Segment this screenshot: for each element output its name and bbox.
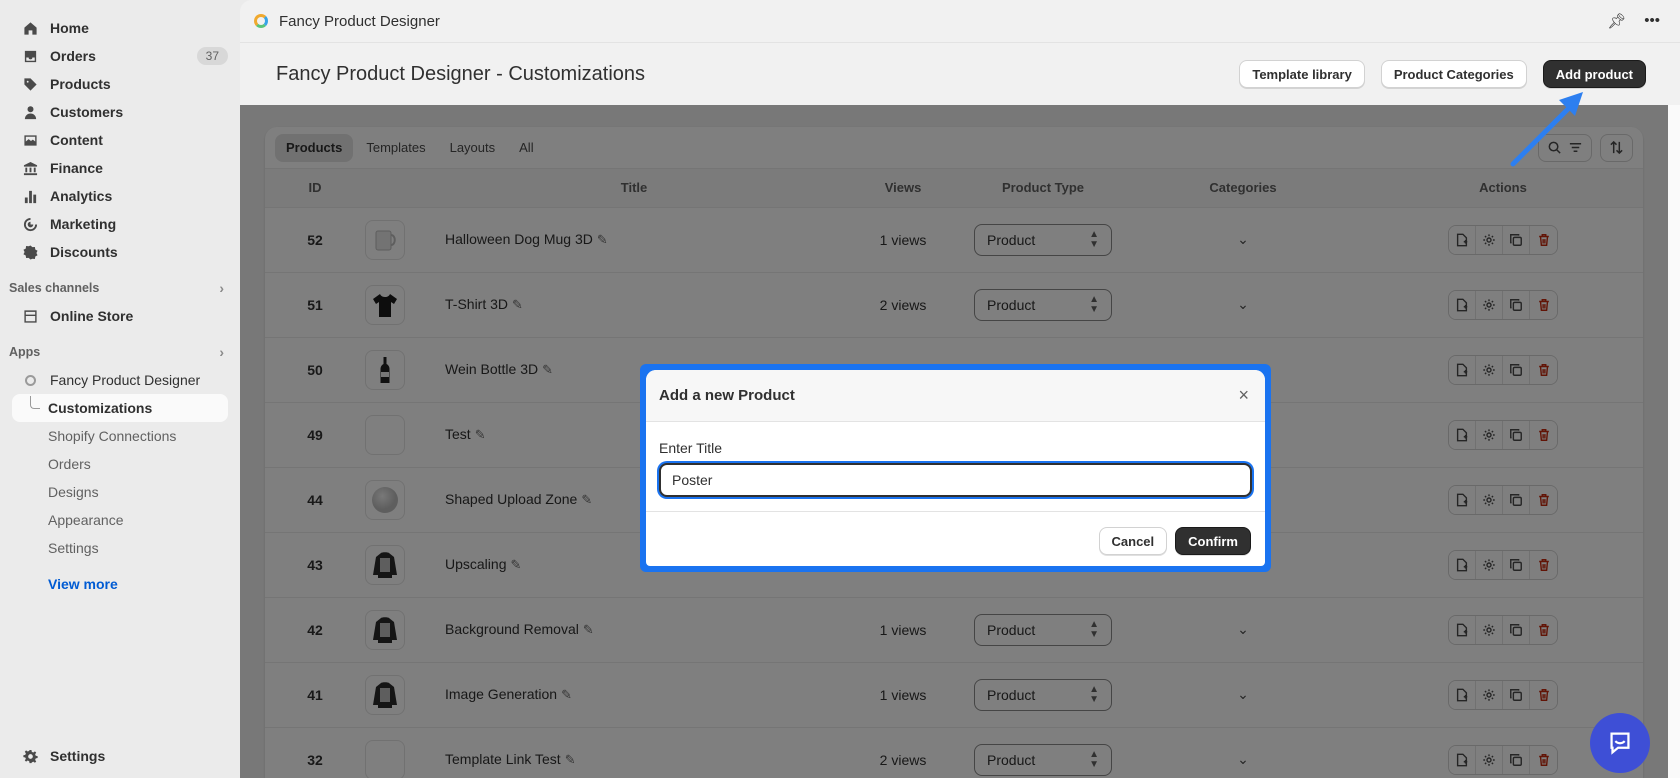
sidebar-item-label: Online Store — [50, 308, 134, 324]
app-title: Fancy Product Designer — [279, 12, 440, 30]
sidebar-item-finance[interactable]: Finance — [0, 154, 240, 182]
sidebar: Home Orders 37 Products Customers Conten… — [0, 0, 240, 778]
app-topbar: Fancy Product Designer 📌︎ ••• — [240, 0, 1680, 43]
modal-footer: Cancel Confirm — [646, 512, 1265, 566]
sidebar-item-orders[interactable]: Orders 37 — [0, 42, 240, 70]
modal-dialog: Add a new Product × Enter Title Cancel C… — [646, 370, 1265, 566]
pin-icon[interactable]: 📌︎ — [1607, 12, 1626, 30]
chart-icon — [22, 188, 38, 204]
sidebar-item-label: Analytics — [50, 188, 113, 204]
add-product-button[interactable]: Add product — [1542, 60, 1646, 88]
sidebar-item-shopify-connections[interactable]: Shopify Connections — [0, 422, 240, 450]
person-icon — [22, 104, 38, 120]
sidebar-item-home[interactable]: Home — [0, 14, 240, 42]
sidebar-item-label: Finance — [50, 160, 103, 176]
discount-icon — [22, 244, 38, 260]
store-icon — [22, 308, 38, 324]
sidebar-item-app-settings[interactable]: Settings — [0, 534, 240, 562]
apps-label: Apps — [9, 345, 41, 359]
more-options-icon[interactable]: ••• — [1644, 12, 1660, 30]
sidebar-item-app-orders[interactable]: Orders — [0, 450, 240, 478]
app-logo-icon — [254, 14, 268, 28]
orders-icon — [22, 48, 38, 64]
product-categories-button[interactable]: Product Categories — [1380, 60, 1527, 88]
sidebar-item-analytics[interactable]: Analytics — [0, 182, 240, 210]
sidebar-item-content[interactable]: Content — [0, 126, 240, 154]
close-icon[interactable]: × — [1238, 385, 1249, 406]
sidebar-item-label: Marketing — [50, 216, 117, 232]
sidebar-item-fancy-product-designer[interactable]: Fancy Product Designer — [0, 366, 240, 394]
sidebar-item-label: Customizations — [48, 400, 153, 416]
sidebar-item-label: Products — [50, 76, 111, 92]
tree-connector — [30, 396, 40, 409]
sidebar-item-label: Settings — [50, 748, 106, 764]
apps-header[interactable]: Apps › — [0, 338, 240, 366]
sidebar-footer: Settings — [0, 742, 240, 770]
sidebar-item-label: Designs — [48, 484, 99, 500]
sidebar-item-label: Shopify Connections — [48, 428, 177, 444]
sidebar-item-products[interactable]: Products — [0, 70, 240, 98]
view-more-link[interactable]: View more — [0, 570, 240, 598]
title-input[interactable] — [659, 463, 1252, 497]
page-header: Fancy Product Designer - Customizations … — [240, 43, 1680, 105]
orders-count-badge: 37 — [196, 47, 228, 65]
sidebar-item-label: Home — [50, 20, 89, 36]
annotation-arrow-icon — [1510, 92, 1583, 167]
sales-channels-header[interactable]: Sales channels › — [0, 274, 240, 302]
cancel-button[interactable]: Cancel — [1098, 527, 1168, 555]
sidebar-item-online-store[interactable]: Online Store — [0, 302, 240, 330]
sidebar-item-label: Orders — [48, 456, 91, 472]
page-title: Fancy Product Designer - Customizations — [276, 62, 646, 85]
sidebar-item-customers[interactable]: Customers — [0, 98, 240, 126]
modal-body: Enter Title — [646, 422, 1265, 512]
sidebar-item-settings[interactable]: Settings — [0, 742, 240, 770]
confirm-button[interactable]: Confirm — [1175, 527, 1251, 555]
sidebar-item-label: Content — [50, 132, 103, 148]
template-library-button[interactable]: Template library — [1239, 60, 1365, 88]
chat-icon — [1610, 732, 1630, 755]
sidebar-item-label: Fancy Product Designer — [50, 372, 201, 388]
add-product-modal: Add a new Product × Enter Title Cancel C… — [640, 364, 1271, 572]
sidebar-item-label: Discounts — [50, 244, 118, 260]
chat-support-button[interactable] — [1590, 713, 1650, 773]
tag-icon — [22, 76, 38, 92]
scrollbar[interactable] — [1668, 105, 1680, 778]
modal-title: Add a new Product — [659, 387, 795, 404]
sidebar-item-designs[interactable]: Designs — [0, 478, 240, 506]
chevron-right-icon: › — [219, 280, 224, 296]
home-icon — [22, 20, 38, 36]
sidebar-item-discounts[interactable]: Discounts — [0, 238, 240, 266]
chevron-right-icon: › — [219, 344, 224, 360]
gear-icon — [22, 748, 38, 764]
sidebar-item-label: Settings — [48, 540, 99, 556]
target-icon — [22, 216, 38, 232]
title-field-label: Enter Title — [659, 440, 723, 456]
sidebar-item-appearance[interactable]: Appearance — [0, 506, 240, 534]
sidebar-item-label: Appearance — [48, 512, 124, 528]
sidebar-item-label: Customers — [50, 104, 124, 120]
bank-icon — [22, 160, 38, 176]
modal-header: Add a new Product × — [646, 370, 1265, 422]
app-logo-icon — [22, 372, 38, 388]
content-icon — [22, 132, 38, 148]
sidebar-item-marketing[interactable]: Marketing — [0, 210, 240, 238]
sidebar-item-customizations[interactable]: Customizations — [12, 394, 228, 422]
sales-channels-label: Sales channels — [9, 281, 100, 295]
sidebar-item-label: Orders — [50, 48, 96, 64]
